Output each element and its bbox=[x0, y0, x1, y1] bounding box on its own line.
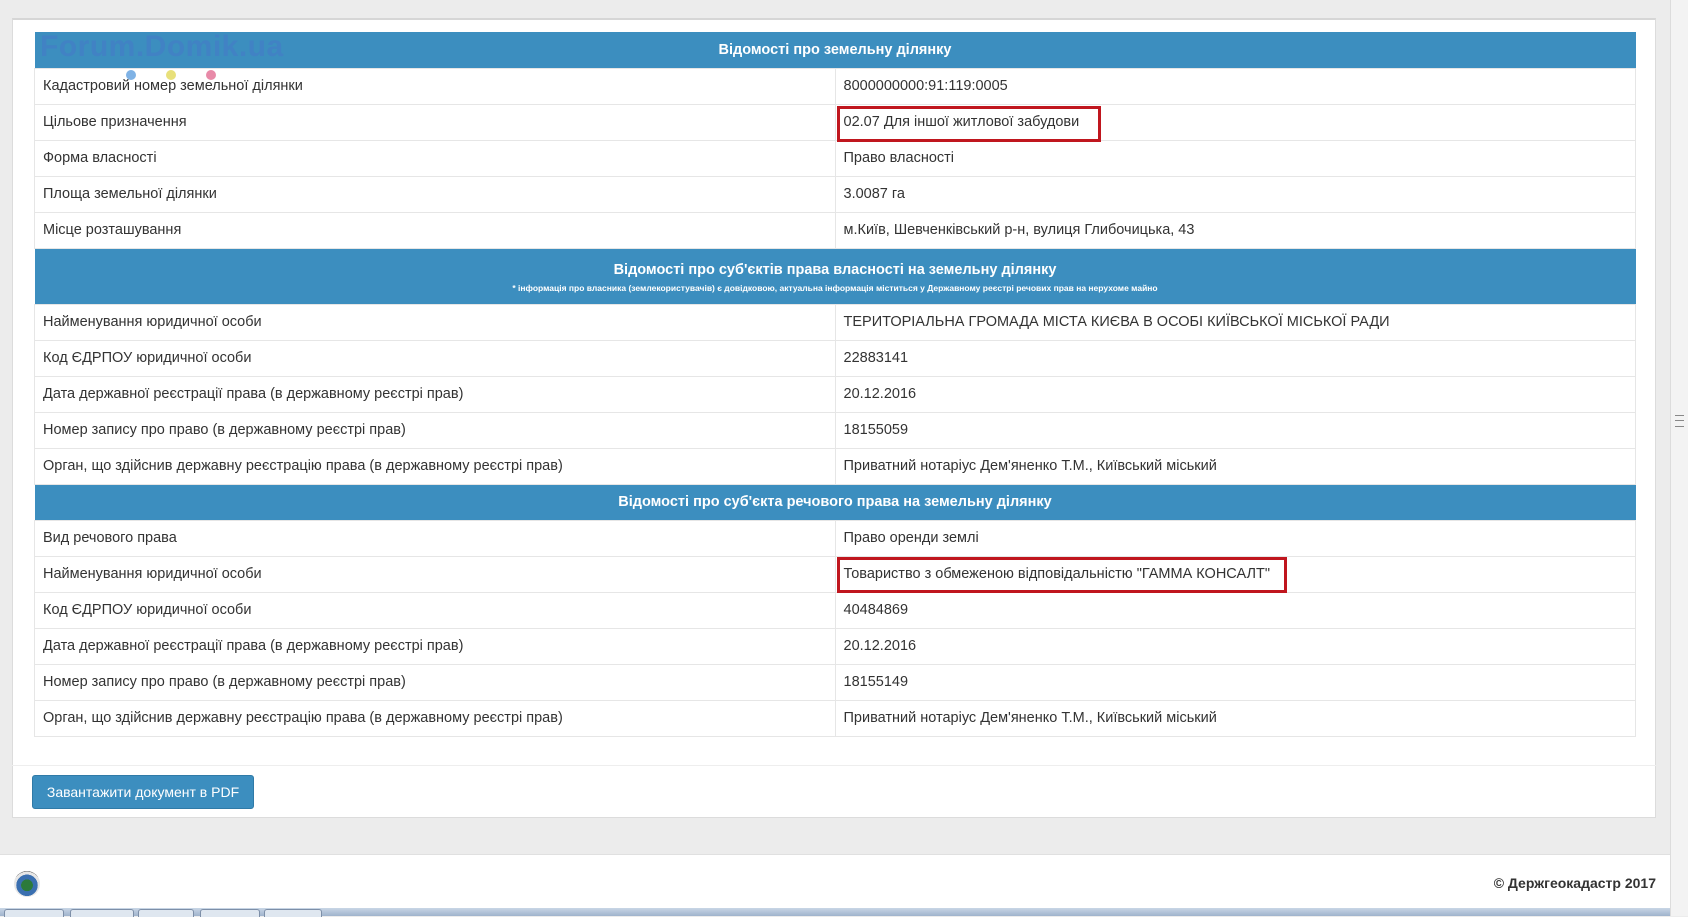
table-row: Площа земельної ділянки 3.0087 га bbox=[34, 175, 1636, 213]
watermark-dots bbox=[126, 70, 246, 82]
row-label: Орган, що здійснив державну реєстрацію п… bbox=[34, 699, 836, 737]
section-note: * інформація про власника (землекористув… bbox=[512, 282, 1158, 293]
table-row: Дата державної реєстрації права (в держа… bbox=[34, 627, 1636, 665]
section-title: Відомості про суб'єктів права власності … bbox=[613, 261, 1057, 278]
row-label: Код ЄДРПОУ юридичної особи bbox=[34, 339, 836, 377]
row-label: Дата державної реєстрації права (в держа… bbox=[34, 375, 836, 413]
row-value: 18155059 bbox=[834, 411, 1636, 449]
row-label: Номер запису про право (в державному реє… bbox=[34, 663, 836, 701]
row-label: Найменування юридичної особи bbox=[34, 303, 836, 341]
row-label: Найменування юридичної особи bbox=[34, 555, 836, 593]
land-info-table: Відомості про земельну ділянку Кадастров… bbox=[34, 32, 1636, 737]
row-value: Право оренди землі bbox=[834, 519, 1636, 557]
table-row: Орган, що здійснив державну реєстрацію п… bbox=[34, 699, 1636, 737]
row-value: 3.0087 га bbox=[834, 175, 1636, 213]
divider bbox=[12, 765, 1656, 766]
row-label: Орган, що здійснив державну реєстрацію п… bbox=[34, 447, 836, 485]
section-title: Відомості про суб'єкта речового права на… bbox=[34, 484, 1636, 520]
row-value: м.Київ, Шевченківський р-н, вулиця Глибо… bbox=[834, 211, 1636, 249]
table-row: Вид речового права Право оренди землі bbox=[34, 519, 1636, 557]
forum-watermark: Forum.Domik.ua bbox=[40, 30, 284, 63]
table-row: Найменування юридичної особи ТЕРИТОРІАЛЬ… bbox=[34, 303, 1636, 341]
row-label: Дата державної реєстрації права (в держа… bbox=[34, 627, 836, 665]
row-value: ТЕРИТОРІАЛЬНА ГРОМАДА МІСТА КИЄВА В ОСОБ… bbox=[834, 303, 1636, 341]
row-value: 20.12.2016 bbox=[834, 375, 1636, 413]
row-label: Місце розташування bbox=[34, 211, 836, 249]
section-header-owners: Відомості про суб'єктів права власності … bbox=[34, 248, 1636, 304]
row-value: 40484869 bbox=[834, 591, 1636, 629]
table-row: Код ЄДРПОУ юридичної особи 22883141 bbox=[34, 339, 1636, 377]
row-value-highlighted: Товариство з обмеженою відповідальністю … bbox=[834, 555, 1636, 593]
stategeocadastre-logo-icon bbox=[14, 871, 40, 897]
table-row: Номер запису про право (в державному реє… bbox=[34, 663, 1636, 701]
copyright: © Держгеокадастр 2017 bbox=[1493, 875, 1656, 891]
row-label: Площа земельної ділянки bbox=[34, 175, 836, 213]
taskbar bbox=[0, 908, 1670, 917]
download-pdf-button[interactable]: Завантажити документ в PDF bbox=[32, 775, 254, 809]
row-value: 18155149 bbox=[834, 663, 1636, 701]
top-strip bbox=[0, 0, 1670, 18]
table-row: Найменування юридичної особи Товариство … bbox=[34, 555, 1636, 593]
row-value: 02.07 Для іншої житлової забудови bbox=[843, 114, 1080, 130]
yellow-dot-icon bbox=[166, 70, 176, 80]
table-row: Кадастровий номер земельної ділянки 8000… bbox=[34, 67, 1636, 105]
row-value-highlighted: 02.07 Для іншої житлової забудови bbox=[834, 103, 1636, 142]
row-value: 22883141 bbox=[834, 339, 1636, 377]
row-value: 8000000000:91:119:0005 bbox=[834, 67, 1636, 105]
scroll-grip-icon[interactable] bbox=[1675, 415, 1684, 427]
blue-dot-icon bbox=[126, 70, 136, 80]
table-row: Місце розташування м.Київ, Шевченківськи… bbox=[34, 211, 1636, 249]
row-value: Приватний нотаріус Дем'яненко Т.М., Київ… bbox=[834, 699, 1636, 737]
table-row: Орган, що здійснив державну реєстрацію п… bbox=[34, 447, 1636, 485]
vertical-scrollbar[interactable] bbox=[1670, 0, 1688, 916]
row-label: Цільове призначення bbox=[34, 103, 836, 141]
row-value: Право власності bbox=[834, 139, 1636, 177]
table-row: Дата державної реєстрації права (в держа… bbox=[34, 375, 1636, 413]
row-label: Код ЄДРПОУ юридичної особи bbox=[34, 591, 836, 629]
table-row: Номер запису про право (в державному реє… bbox=[34, 411, 1636, 449]
row-value: Приватний нотаріус Дем'яненко Т.М., Київ… bbox=[834, 447, 1636, 485]
row-label: Вид речового права bbox=[34, 519, 836, 557]
pink-dot-icon bbox=[206, 70, 216, 80]
section-header-lessee: Відомості про суб'єкта речового права на… bbox=[34, 484, 1636, 520]
table-row: Цільове призначення 02.07 Для іншої житл… bbox=[34, 103, 1636, 142]
content-panel: Відомості про земельну ділянку Кадастров… bbox=[12, 18, 1656, 818]
table-row: Форма власності Право власності bbox=[34, 139, 1636, 177]
footer: © Держгеокадастр 2017 bbox=[0, 854, 1670, 909]
row-label: Форма власності bbox=[34, 139, 836, 177]
row-label: Номер запису про право (в державному реє… bbox=[34, 411, 836, 449]
table-row: Код ЄДРПОУ юридичної особи 40484869 bbox=[34, 591, 1636, 629]
row-value: 20.12.2016 bbox=[834, 627, 1636, 665]
row-value: Товариство з обмеженою відповідальністю … bbox=[843, 566, 1270, 582]
